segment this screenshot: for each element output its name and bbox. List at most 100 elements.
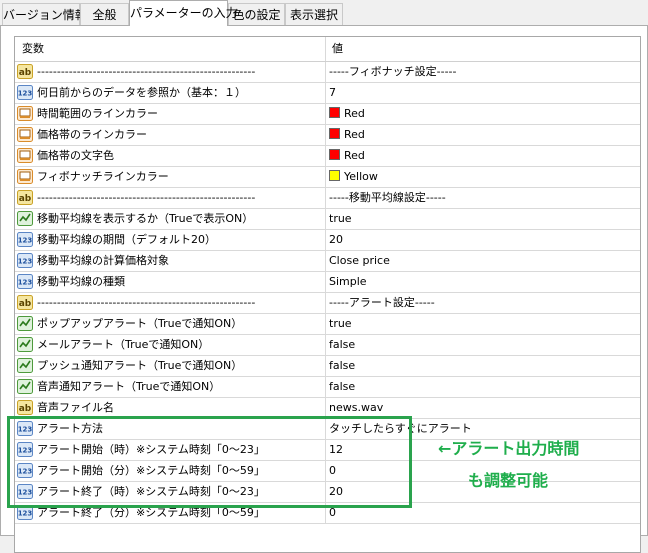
parameter-value-cell[interactable]: true xyxy=(326,314,640,334)
parameter-name-cell[interactable]: メールアラート（Trueで通知ON） xyxy=(15,335,326,355)
parameter-row[interactable]: 移動平均線を表示するか（Trueで表示ON） true xyxy=(15,209,640,230)
parameter-value-cell[interactable]: Red xyxy=(326,146,640,166)
parameter-name-cell[interactable]: フィボナッチラインカラー xyxy=(15,167,326,187)
color-swatch xyxy=(329,170,340,181)
parameter-value-cell[interactable]: Red xyxy=(326,104,640,124)
grid-header: 変数 値 xyxy=(15,37,640,62)
parameter-row[interactable]: 価格帯の文字色 Red xyxy=(15,146,640,167)
parameter-name-cell[interactable]: 123 アラート開始（時）※システム時刻「0～23」 xyxy=(15,440,326,460)
parameter-name: フィボナッチラインカラー xyxy=(37,170,169,183)
parameter-row[interactable]: 時間範囲のラインカラー Red xyxy=(15,104,640,125)
parameter-name-cell[interactable]: 時間範囲のラインカラー xyxy=(15,104,326,124)
parameter-value: true xyxy=(329,317,352,330)
parameter-name-cell[interactable]: 価格帯の文字色 xyxy=(15,146,326,166)
integer-type-icon: 123 xyxy=(17,253,33,268)
tab-input-parameters[interactable]: パラメーターの入力 xyxy=(129,0,238,26)
parameter-value-cell[interactable]: 0 xyxy=(326,503,640,523)
column-header-variable[interactable]: 変数 xyxy=(15,37,326,61)
parameter-name-cell[interactable]: 123 移動平均線の計算価格対象 xyxy=(15,251,326,271)
parameter-row[interactable]: 123 移動平均線の期間（デフォルト20） 20 xyxy=(15,230,640,251)
annotation-line-1: ←アラート出力時間 xyxy=(438,439,580,458)
parameter-name: メールアラート（Trueで通知ON） xyxy=(37,338,210,351)
boolean-type-icon xyxy=(17,337,33,352)
parameter-row[interactable]: 価格帯のラインカラー Red xyxy=(15,125,640,146)
parameter-name: プッシュ通知アラート（Trueで通知ON） xyxy=(37,359,243,372)
parameter-name: 価格帯の文字色 xyxy=(37,149,114,162)
parameter-name-cell[interactable]: 音声通知アラート（Trueで通知ON） xyxy=(15,377,326,397)
parameter-value-cell[interactable]: Close price xyxy=(326,251,640,271)
color-swatch xyxy=(329,128,340,139)
parameter-value: false xyxy=(329,338,356,351)
parameter-value: false xyxy=(329,359,356,372)
parameter-name-cell[interactable]: ab --------------------------------------… xyxy=(15,188,326,208)
integer-type-icon: 123 xyxy=(17,484,33,499)
parameter-name-cell[interactable]: ab --------------------------------------… xyxy=(15,293,326,313)
integer-type-icon: 123 xyxy=(17,442,33,457)
svg-text:ab: ab xyxy=(19,68,32,78)
tab-general[interactable]: 全般 xyxy=(80,3,129,25)
parameter-row[interactable]: 123 何日前からのデータを参照か（基本：１） 7 xyxy=(15,83,640,104)
parameter-name-cell[interactable]: 移動平均線を表示するか（Trueで表示ON） xyxy=(15,209,326,229)
parameter-name: 時間範囲のラインカラー xyxy=(37,107,158,120)
parameter-row[interactable]: ポップアップアラート（Trueで通知ON） true xyxy=(15,314,640,335)
integer-type-icon: 123 xyxy=(17,421,33,436)
parameter-row[interactable]: ab --------------------------------------… xyxy=(15,293,640,314)
parameter-value: 0 xyxy=(329,464,336,477)
parameter-name-cell[interactable]: ab --------------------------------------… xyxy=(15,62,326,82)
parameter-name: 価格帯のラインカラー xyxy=(37,128,147,141)
parameter-name-cell[interactable]: 123 移動平均線の種類 xyxy=(15,272,326,292)
parameter-row[interactable]: ab --------------------------------------… xyxy=(15,188,640,209)
parameter-value-cell[interactable]: true xyxy=(326,209,640,229)
parameter-name: アラート開始（分）※システム時刻「0～59」 xyxy=(37,464,265,477)
parameter-value-cell[interactable]: -----アラート設定----- xyxy=(326,293,640,313)
parameter-name-cell[interactable]: 123 アラート終了（分）※システム時刻「0～59」 xyxy=(15,503,326,523)
parameter-value-cell[interactable]: 20 xyxy=(326,230,640,250)
parameter-row[interactable]: フィボナッチラインカラー Yellow xyxy=(15,167,640,188)
parameter-value-cell[interactable]: 7 xyxy=(326,83,640,103)
svg-text:ab: ab xyxy=(19,194,32,204)
parameter-name-cell[interactable]: 123 移動平均線の期間（デフォルト20） xyxy=(15,230,326,250)
integer-type-icon: 123 xyxy=(17,85,33,100)
parameter-value-cell[interactable]: Simple xyxy=(326,272,640,292)
parameter-value-cell[interactable]: -----フィボナッチ設定----- xyxy=(326,62,640,82)
parameter-row[interactable]: ab --------------------------------------… xyxy=(15,62,640,83)
color-type-icon xyxy=(17,106,33,121)
tab-version-info[interactable]: バージョン情報 xyxy=(2,3,87,25)
parameter-name: ----------------------------------------… xyxy=(37,296,256,309)
parameter-name-cell[interactable]: 123 何日前からのデータを参照か（基本：１） xyxy=(15,83,326,103)
column-header-value[interactable]: 値 xyxy=(326,37,640,61)
parameter-value-cell[interactable]: false xyxy=(326,377,640,397)
svg-text:123: 123 xyxy=(18,90,33,98)
svg-text:ab: ab xyxy=(19,299,32,309)
parameter-value-cell[interactable]: Yellow xyxy=(326,167,640,187)
parameter-value: 20 xyxy=(329,485,343,498)
svg-text:123: 123 xyxy=(18,279,33,287)
parameter-name-cell[interactable]: ab 音声ファイル名 xyxy=(15,398,326,418)
tab-display-selection[interactable]: 表示選択 xyxy=(285,3,343,25)
parameter-row[interactable]: 音声通知アラート（Trueで通知ON） false xyxy=(15,377,640,398)
svg-text:123: 123 xyxy=(18,489,33,497)
parameter-row[interactable]: 123 移動平均線の計算価格対象 Close price xyxy=(15,251,640,272)
parameter-value-cell[interactable]: false xyxy=(326,335,640,355)
parameter-name-cell[interactable]: 123 アラート開始（分）※システム時刻「0～59」 xyxy=(15,461,326,481)
annotation-line-2: も調整可能 xyxy=(468,471,549,490)
parameter-name-cell[interactable]: ポップアップアラート（Trueで通知ON） xyxy=(15,314,326,334)
parameter-value-cell[interactable]: news.wav xyxy=(326,398,640,418)
parameter-value-cell[interactable]: false xyxy=(326,356,640,376)
parameter-name-cell[interactable]: 価格帯のラインカラー xyxy=(15,125,326,145)
parameter-value-cell[interactable]: -----移動平均線設定----- xyxy=(326,188,640,208)
parameter-name: ----------------------------------------… xyxy=(37,65,256,78)
parameter-row[interactable]: プッシュ通知アラート（Trueで通知ON） false xyxy=(15,356,640,377)
boolean-type-icon xyxy=(17,316,33,331)
parameter-name: アラート終了（時）※システム時刻「0～23」 xyxy=(37,485,265,498)
parameter-value: -----移動平均線設定----- xyxy=(329,191,446,204)
parameter-name-cell[interactable]: 123 アラート終了（時）※システム時刻「0～23」 xyxy=(15,482,326,502)
parameter-name-cell[interactable]: プッシュ通知アラート（Trueで通知ON） xyxy=(15,356,326,376)
parameter-name-cell[interactable]: 123 アラート方法 xyxy=(15,419,326,439)
parameter-row[interactable]: 123 移動平均線の種類 Simple xyxy=(15,272,640,293)
color-type-icon xyxy=(17,169,33,184)
parameter-row[interactable]: ab 音声ファイル名 news.wav xyxy=(15,398,640,419)
parameter-value-cell[interactable]: Red xyxy=(326,125,640,145)
parameter-row[interactable]: メールアラート（Trueで通知ON） false xyxy=(15,335,640,356)
parameter-row[interactable]: 123 アラート終了（分）※システム時刻「0～59」 0 xyxy=(15,503,640,524)
